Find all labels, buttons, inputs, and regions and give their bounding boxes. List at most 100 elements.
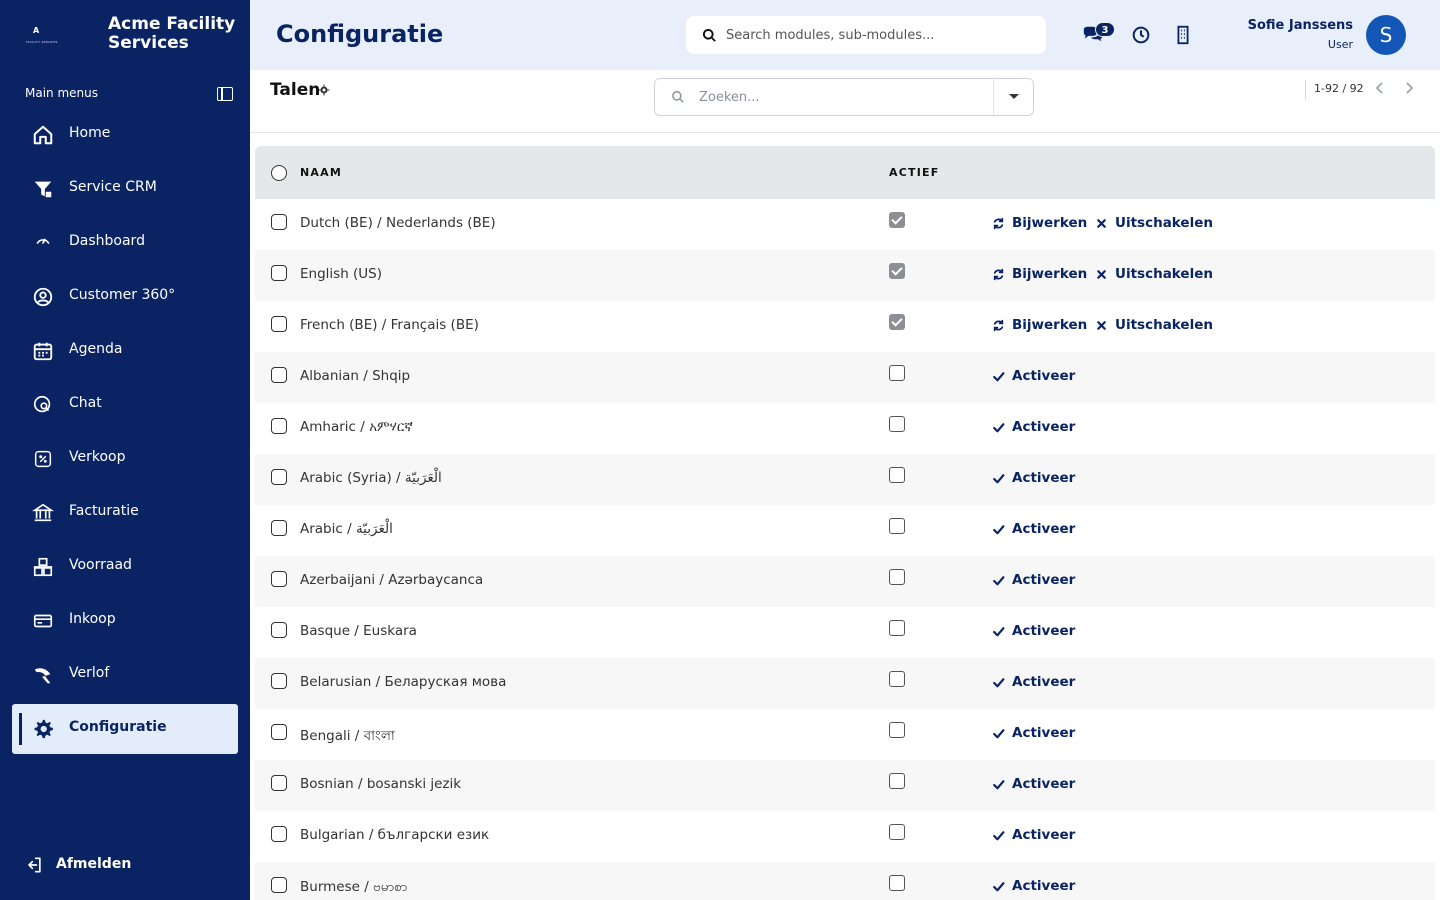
chat-icon <box>33 395 51 413</box>
percent-icon <box>34 450 52 468</box>
language-name: Albanian / Shqip <box>300 368 411 384</box>
active-checkbox <box>889 212 905 228</box>
logout-button[interactable]: Afmelden <box>24 852 224 878</box>
brand[interactable]: A FACILITY SERVICES Acme Facility Servic… <box>0 0 250 72</box>
row-select-checkbox[interactable] <box>271 571 287 587</box>
row-select-checkbox[interactable] <box>271 418 287 434</box>
activate-label: Activeer <box>1012 878 1076 894</box>
search-icon <box>702 28 716 42</box>
activate-label: Activeer <box>1012 470 1076 486</box>
table-row[interactable]: Dutch (BE) / Nederlands (BE) Bijwerken Uit… <box>255 199 1435 250</box>
row-select-checkbox[interactable] <box>271 622 287 638</box>
check-icon <box>993 882 1005 892</box>
column-header-active[interactable]: ACTIEF <box>889 166 939 179</box>
global-search[interactable] <box>686 16 1046 54</box>
pager-range[interactable]: 1-92 / 92 <box>1314 82 1364 95</box>
disable-label: Uitschakelen <box>1115 266 1213 282</box>
row-select-checkbox[interactable] <box>271 214 287 230</box>
row-select-checkbox[interactable] <box>271 724 287 740</box>
table-row[interactable]: Azerbaijani / Azərbaycanca Activeer <box>255 556 1435 607</box>
brand-logo-subtitle: FACILITY SERVICES <box>26 40 58 44</box>
active-checkbox <box>889 467 905 483</box>
sidebar-item-voorraad[interactable]: Voorraad <box>12 542 238 592</box>
row-select-checkbox[interactable] <box>271 265 287 281</box>
activate-label: Activeer <box>1012 572 1076 588</box>
table-row[interactable]: Burmese / ဗမာစာ Activeer <box>255 862 1435 900</box>
row-select-checkbox[interactable] <box>271 316 287 332</box>
chat-badge: 3 <box>1095 22 1115 37</box>
filter-search[interactable] <box>654 78 1034 116</box>
sidebar-item-service-crm[interactable]: Service CRM <box>12 164 238 214</box>
logout-label: Afmelden <box>56 856 132 872</box>
card-icon <box>33 614 53 628</box>
sidebar-item-verlof[interactable]: Verlof <box>12 650 238 700</box>
table-row[interactable]: Amharic / አምሃርኛ Activeer <box>255 403 1435 454</box>
table-row[interactable]: Bosnian / bosanski jezik Activeer <box>255 760 1435 811</box>
filter-search-input[interactable] <box>699 87 979 107</box>
sidebar-item-label: Agenda <box>69 341 123 357</box>
sidebar-item-customer-360[interactable]: Customer 360° <box>12 272 238 322</box>
active-checkbox <box>889 875 905 891</box>
row-select-checkbox[interactable] <box>271 469 287 485</box>
select-all-checkbox[interactable] <box>271 165 287 181</box>
table-row[interactable]: English (US) Bijwerken Uitschakelen <box>255 250 1435 301</box>
activate-label: Activeer <box>1012 368 1076 384</box>
check-icon <box>993 474 1005 484</box>
activate-label: Activeer <box>1012 623 1076 639</box>
sidebar-item-inkoop[interactable]: Inkoop <box>12 596 238 646</box>
sidebar-item-chat[interactable]: Chat <box>12 380 238 430</box>
language-name: Bulgarian / български език <box>300 827 490 843</box>
filter-dropdown-toggle[interactable] <box>993 79 1033 115</box>
check-icon <box>993 576 1005 586</box>
sidebar-item-label: Facturatie <box>69 503 139 519</box>
table-row[interactable]: Albanian / Shqip Activeer <box>255 352 1435 403</box>
row-select-checkbox[interactable] <box>271 826 287 842</box>
gear-icon <box>34 719 53 739</box>
sidebar-item-label: Verkoop <box>69 449 126 465</box>
clock-icon[interactable] <box>1130 24 1152 46</box>
row-select-checkbox[interactable] <box>271 877 287 893</box>
activate-label: Activeer <box>1012 521 1076 537</box>
table-row[interactable]: Belarusian / Беларуская мова Activeer <box>255 658 1435 709</box>
global-search-input[interactable] <box>726 24 1026 46</box>
user-name: Sofie Janssens <box>1247 18 1353 33</box>
table-row[interactable]: Arabic / الْعَرَبيّة Activeer <box>255 505 1435 556</box>
active-checkbox <box>889 314 905 330</box>
sidebar-item-dashboard[interactable]: Dashboard <box>12 218 238 268</box>
sidebar-item-home[interactable]: Home <box>12 110 238 160</box>
language-name: Dutch (BE) / Nederlands (BE) <box>300 215 496 231</box>
active-checkbox <box>889 722 905 738</box>
check-icon <box>993 831 1005 841</box>
user-circle-icon <box>33 287 53 307</box>
chevron-left-icon[interactable] <box>1372 79 1388 97</box>
check-icon <box>993 372 1005 382</box>
table-row[interactable]: Basque / Euskara Activeer <box>255 607 1435 658</box>
table-row[interactable]: Arabic (Syria) / الْعَرَبيّة Activeer <box>255 454 1435 505</box>
chevron-right-icon[interactable] <box>1401 79 1417 97</box>
row-select-checkbox[interactable] <box>271 673 287 689</box>
table-row[interactable]: French (BE) / Français (BE) Bijwerken Uits… <box>255 301 1435 352</box>
building-icon[interactable] <box>1172 24 1194 46</box>
row-select-checkbox[interactable] <box>271 520 287 536</box>
sidebar-item-facturatie[interactable]: Facturatie <box>12 488 238 538</box>
brand-name: Acme Facility Services <box>108 15 235 53</box>
sidebar-item-verkoop[interactable]: Verkoop <box>12 434 238 484</box>
update-label: Bijwerken <box>1012 317 1088 333</box>
active-checkbox <box>889 569 905 585</box>
table-row[interactable]: Bulgarian / български език Activeer <box>255 811 1435 862</box>
table-row[interactable]: Bengali / বাংলা Activeer <box>255 709 1435 760</box>
sidebar-item-configuratie[interactable]: Configuratie <box>12 704 238 754</box>
top-header: Configuratie 3 Sofie Janssens User S <box>250 0 1440 70</box>
row-select-checkbox[interactable] <box>271 775 287 791</box>
user-role: User <box>1327 38 1353 51</box>
update-label: Bijwerken <box>1012 215 1088 231</box>
sidebar-item-agenda[interactable]: Agenda <box>12 326 238 376</box>
sidebar-collapse-icon[interactable] <box>217 87 233 101</box>
row-select-checkbox[interactable] <box>271 367 287 383</box>
gauge-icon <box>36 238 50 244</box>
avatar[interactable]: S <box>1366 15 1406 55</box>
sidebar-item-label: Inkoop <box>69 611 116 627</box>
section-settings-icon[interactable] <box>318 84 330 96</box>
column-header-name[interactable]: NAAM <box>300 166 342 179</box>
refresh-icon <box>993 319 1004 332</box>
